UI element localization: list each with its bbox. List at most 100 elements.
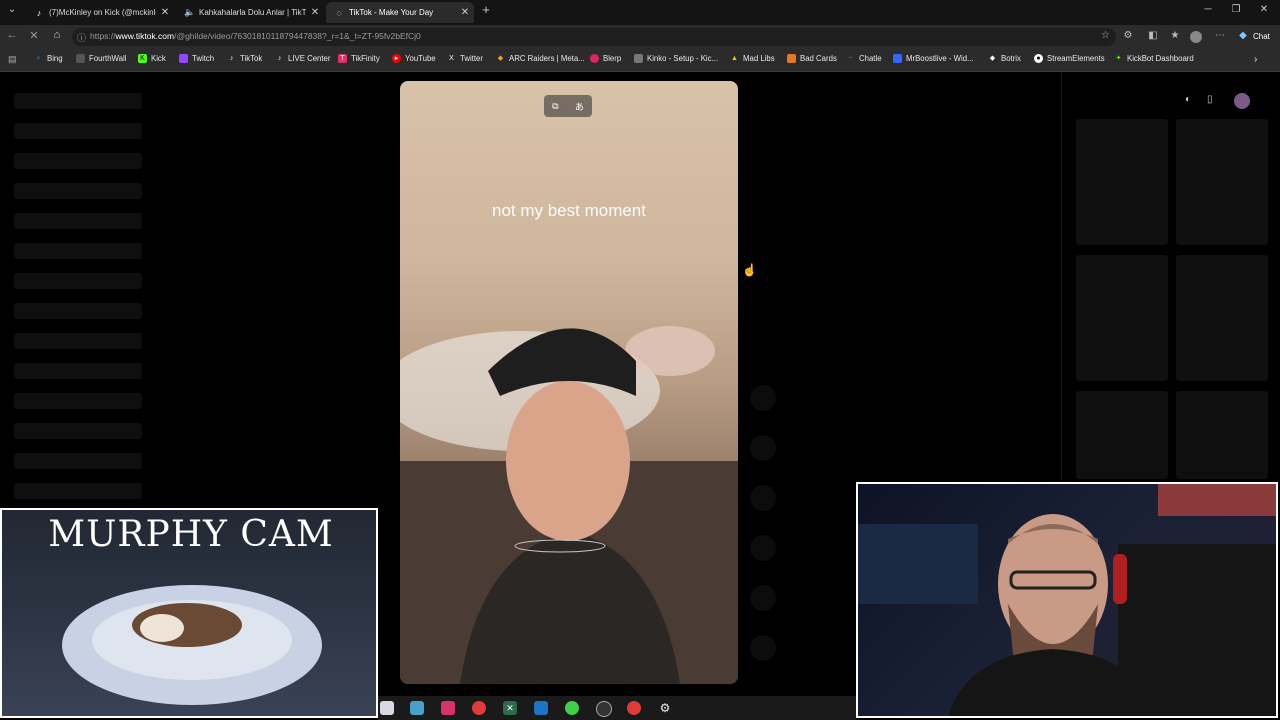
video-player[interactable]: ⧉ あ not my best moment	[400, 81, 738, 684]
picture-in-picture-icon[interactable]: ⧉	[552, 101, 558, 112]
photoshop-icon[interactable]	[534, 701, 548, 715]
tab-mckinley-kick[interactable]: ♪ (7)McKinley on Kick (@mckinley.tv) ✕	[26, 2, 174, 23]
files-icon[interactable]	[410, 701, 424, 715]
bookmark-youtube[interactable]: ▸ YouTube	[392, 54, 436, 63]
bookmark-live-center[interactable]: ♪ LIVE Center	[275, 54, 331, 63]
app-red-2-icon[interactable]	[627, 701, 641, 715]
bookmark-fourthwall[interactable]: FourthWall	[76, 54, 126, 63]
excel-icon[interactable]: ✕	[503, 701, 517, 715]
settings-icon[interactable]: ⚙	[658, 701, 672, 715]
bookmark-tikfinity[interactable]: T TikFinity	[338, 54, 380, 63]
new-tab-button[interactable]: +	[476, 2, 496, 17]
site-info-icon[interactable]: ⓘ	[77, 31, 86, 44]
thumbnail-skeleton	[1076, 255, 1168, 381]
kick-icon: K	[138, 54, 147, 63]
music-button-skeleton[interactable]	[750, 635, 776, 661]
tab-kahkahalarla[interactable]: 🔈 Kahkahalarla Dolu Anlar | TikTok ✕	[176, 2, 324, 23]
person-illustration	[400, 326, 738, 684]
bookmark-twitch[interactable]: Twitch	[179, 54, 214, 63]
favorite-star-icon[interactable]: ☆	[1101, 30, 1110, 41]
comment-button-skeleton[interactable]	[750, 435, 776, 461]
url-text: https://www.tiktok.com/@ghilde/video/763…	[90, 31, 421, 41]
loading-icon: ◌	[336, 7, 342, 18]
translate-icon[interactable]: あ	[575, 100, 584, 113]
like-button-skeleton[interactable]	[750, 385, 776, 411]
bing-icon: ⌕	[36, 55, 41, 62]
save-button-skeleton[interactable]	[750, 485, 776, 511]
bookmark-mad-libs[interactable]: ▲ Mad Libs	[730, 54, 775, 63]
sidebar-skeleton	[14, 243, 142, 259]
bookmarks-overflow-chevron-icon[interactable]: ›	[1254, 54, 1257, 65]
chatle-icon: ~	[848, 55, 853, 62]
bookmark-label: MrBoostlive - Wid...	[906, 54, 974, 63]
tikfinity-icon: T	[338, 54, 347, 63]
sidebar-skeleton	[14, 183, 142, 199]
bookmark-bad-cards[interactable]: Bad Cards	[787, 54, 837, 63]
bookmark-botrix[interactable]: ◆ Botrix	[988, 54, 1021, 63]
share-button-skeleton[interactable]	[750, 535, 776, 561]
close-window-button[interactable]: ✕	[1254, 4, 1274, 15]
tab-title: TikTok - Make Your Day	[349, 8, 434, 17]
sidebar-skeleton	[14, 453, 142, 469]
chrome-icon[interactable]	[380, 701, 394, 715]
chat-button[interactable]: Chat	[1253, 32, 1270, 41]
streamelements-icon: ●	[1034, 54, 1043, 63]
kickbot-icon: ✦	[1115, 55, 1122, 62]
bookmark-bing[interactable]: ⌕ Bing	[34, 54, 63, 63]
home-button[interactable]: ⌂	[49, 29, 65, 41]
restore-button[interactable]: ❐	[1226, 4, 1246, 15]
tab-list-dropdown-icon[interactable]: ⌄	[2, 4, 22, 15]
bookmark-kinko[interactable]: Kinko - Setup - Kic...	[634, 54, 718, 63]
sidebar-skeleton	[14, 93, 142, 109]
bookmark-arc-raiders[interactable]: ◆ ARC Raiders | Meta...	[496, 54, 585, 63]
more-button-skeleton[interactable]	[750, 585, 776, 611]
device-icon[interactable]: ▯	[1207, 94, 1213, 105]
speaker-icon[interactable]: 🔈	[184, 7, 195, 18]
back-button[interactable]: ←	[4, 29, 20, 41]
panel-divider	[1061, 72, 1062, 480]
more-menu-icon[interactable]: ⋯	[1213, 30, 1227, 41]
bad-cards-icon	[787, 54, 796, 63]
bookmark-mrboostlive[interactable]: MrBoostlive - Wid...	[893, 54, 974, 63]
url-prefix: https://	[90, 31, 116, 41]
tab-tiktok-active[interactable]: ◌ TikTok - Make Your Day ✕	[326, 2, 474, 23]
thumbnail-skeleton	[1176, 255, 1268, 381]
close-tab-icon[interactable]: ✕	[306, 7, 324, 18]
bookmark-chatle[interactable]: ~ Chatle	[846, 54, 881, 63]
copilot-icon[interactable]: ◆	[1236, 30, 1250, 41]
split-screen-icon[interactable]: ◧	[1146, 30, 1160, 41]
profile-avatar[interactable]	[1190, 31, 1202, 43]
bookmark-twitter[interactable]: X Twitter	[447, 54, 483, 63]
bookmark-tiktok[interactable]: ♪ TikTok	[227, 54, 263, 63]
favorites-icon[interactable]: ★	[1168, 30, 1182, 41]
dark-mode-icon[interactable]: ◐	[1185, 94, 1191, 105]
obs-icon[interactable]	[596, 701, 612, 717]
bookmark-blerp[interactable]: Blerp	[590, 54, 621, 63]
bookmark-kickbot[interactable]: ✦ KickBot Dashboard	[1114, 54, 1194, 63]
bookmark-label: Bad Cards	[800, 54, 837, 63]
bookmark-label: Botrix	[1001, 54, 1021, 63]
murphy-cam-title: MURPHY CAM	[48, 514, 334, 555]
user-avatar[interactable]	[1234, 93, 1250, 109]
sidebar-skeleton	[14, 333, 142, 349]
address-field[interactable]: ⓘ https://www.tiktok.com/@ghilde/video/7…	[72, 28, 1116, 46]
instagram-icon[interactable]	[441, 701, 455, 715]
video-caption: not my best moment	[491, 201, 646, 220]
address-toolbar: ← ✕ ⌂ ⓘ https://www.tiktok.com/@ghilde/v…	[0, 25, 1280, 49]
bookmark-label: Twitter	[460, 54, 483, 63]
bookmark-label: Mad Libs	[743, 54, 775, 63]
sidebar-skeleton	[14, 213, 142, 229]
mrboostlive-icon	[893, 54, 902, 63]
extensions-icon[interactable]: ⚙	[1121, 30, 1135, 41]
minimize-button[interactable]: ─	[1198, 4, 1218, 15]
bookmark-label: StreamElements	[1047, 54, 1105, 63]
close-tab-icon[interactable]: ✕	[156, 7, 174, 18]
collections-icon[interactable]: ▤	[8, 54, 17, 65]
bookmark-kick[interactable]: K Kick	[138, 54, 166, 63]
close-tab-icon[interactable]: ✕	[456, 7, 474, 18]
stop-loading-button[interactable]: ✕	[26, 29, 42, 42]
thumbnail-skeleton	[1176, 119, 1268, 245]
app-green-icon[interactable]	[565, 701, 579, 715]
app-red-icon[interactable]	[472, 701, 486, 715]
bookmark-streamelements[interactable]: ● StreamElements	[1034, 54, 1105, 63]
